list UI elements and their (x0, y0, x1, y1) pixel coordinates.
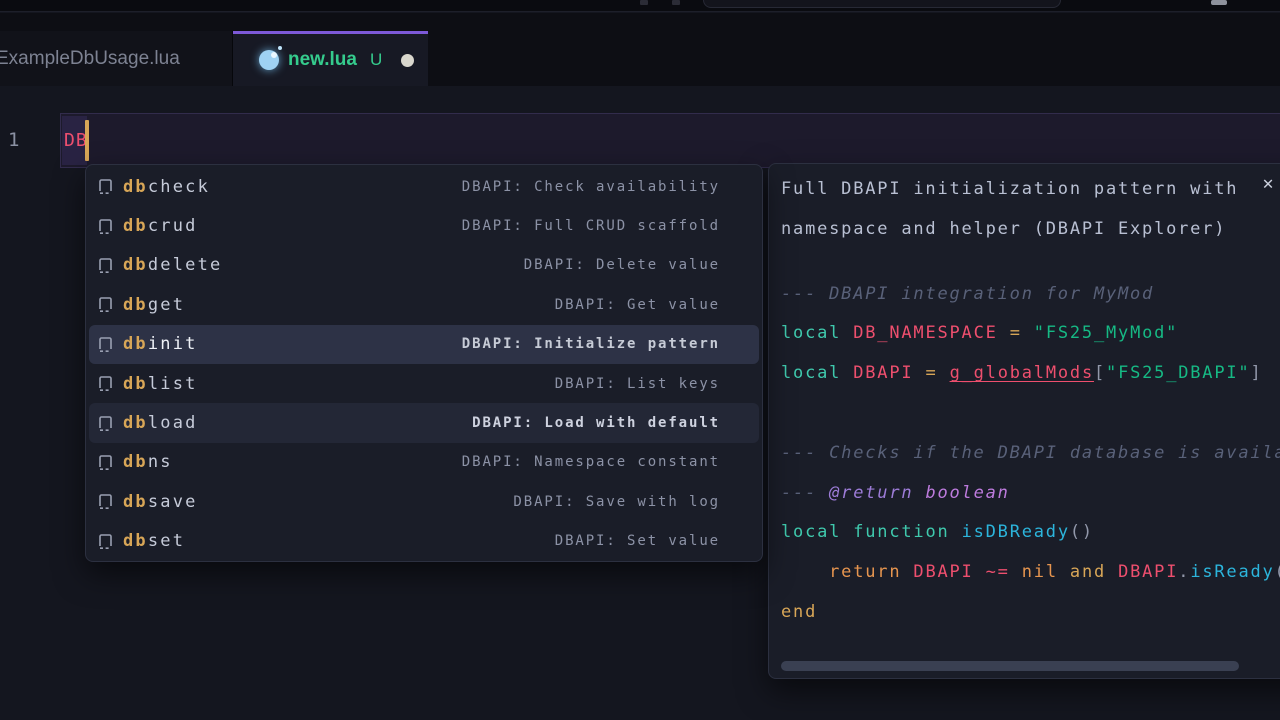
snippet-icon (97, 177, 114, 196)
suggest-item-detail: DBAPI: Save with log (513, 494, 720, 510)
snippet-icon (97, 335, 114, 354)
suggest-item[interactable]: dbsave DBAPI: Save with log (89, 482, 759, 521)
doc-line: --- Checks if the DBAPI database is avai… (781, 434, 1280, 474)
suggest-item-label: dbinit (123, 334, 198, 354)
title-bar (0, 0, 1280, 12)
suggest-item-detail: DBAPI: Namespace constant (462, 454, 720, 470)
command-center-search[interactable] (703, 0, 1061, 8)
line-number: 1 (8, 113, 19, 168)
doc-line: local function isDBReady() (781, 513, 1280, 553)
docs-gap (781, 250, 1280, 275)
suggest-item-detail: DBAPI: Full CRUD scaffold (462, 218, 720, 234)
suggest-item-label: dbcrud (123, 216, 198, 236)
snippet-icon (97, 256, 114, 275)
minimize-icon[interactable] (1211, 0, 1227, 5)
docs-code: --- DBAPI integration for MyModlocal DB_… (781, 275, 1280, 633)
snippet-icon (97, 532, 114, 551)
current-line-highlight: DB (60, 113, 1280, 168)
tab-exampledbusage[interactable]: ExampleDbUsage.lua (0, 31, 233, 86)
snippet-icon (97, 217, 114, 236)
modified-dot-icon[interactable] (401, 54, 414, 67)
doc-line: return DBAPI ~= nil and DBAPI.isReady() (781, 553, 1280, 593)
suggest-item[interactable]: dbcheck DBAPI: Check availability (89, 167, 759, 206)
doc-line: end (781, 593, 1280, 633)
tab-new-lua[interactable]: new.lua U (233, 31, 428, 86)
docs-header: Full DBAPI initialization pattern withna… (781, 170, 1280, 250)
suggest-item[interactable]: dbload DBAPI: Load with default (89, 403, 759, 442)
tab-bar: ExampleDbUsage.lua new.lua U (0, 13, 1280, 86)
doc-line: local DB_NAMESPACE = "FS25_MyMod" (781, 314, 1280, 354)
doc-line: namespace and helper (DBAPI Explorer) (781, 210, 1280, 250)
text-cursor (85, 120, 89, 161)
suggest-item[interactable]: dblist DBAPI: List keys (89, 364, 759, 403)
suggest-item-label: dbget (123, 295, 185, 315)
suggest-docs-panel: Full DBAPI initialization pattern withna… (768, 163, 1280, 679)
suggest-item-label: dbcheck (123, 177, 210, 197)
suggest-item-detail: DBAPI: Initialize pattern (462, 336, 720, 352)
tab-label: new.lua (288, 49, 357, 71)
tab-label: ExampleDbUsage.lua (0, 48, 180, 70)
doc-line: local DBAPI = g_globalMods["FS25_DBAPI"] (781, 354, 1280, 394)
suggest-item-detail: DBAPI: Delete value (524, 257, 720, 273)
docs-horizontal-scrollbar[interactable] (781, 661, 1239, 671)
snippet-icon (97, 414, 114, 433)
suggest-item[interactable]: dbset DBAPI: Set value (89, 522, 759, 561)
suggest-item-label: dbns (123, 452, 173, 472)
suggest-item-detail: DBAPI: Set value (555, 533, 720, 549)
snippet-icon (97, 453, 114, 472)
suggest-item-detail: DBAPI: Get value (555, 297, 720, 313)
suggest-item-label: dbload (123, 413, 198, 433)
suggest-item[interactable]: dbns DBAPI: Namespace constant (89, 443, 759, 482)
doc-line (781, 394, 1280, 434)
snippet-icon (97, 374, 114, 393)
suggest-widget: dbcheck DBAPI: Check availability dbcrud… (85, 164, 763, 562)
doc-line: --- @return boolean (781, 474, 1280, 514)
nav-forward-icon[interactable] (672, 0, 680, 5)
snippet-icon (97, 492, 114, 511)
doc-line: Full DBAPI initialization pattern with (781, 170, 1280, 210)
doc-line: --- DBAPI integration for MyMod (781, 275, 1280, 315)
lua-file-icon (259, 50, 279, 70)
suggest-item-detail: DBAPI: List keys (555, 376, 720, 392)
close-icon[interactable]: ✕ (1257, 173, 1279, 195)
suggest-item-detail: DBAPI: Check availability (462, 179, 720, 195)
suggest-item-label: dblist (123, 374, 198, 394)
suggest-item[interactable]: dbcrud DBAPI: Full CRUD scaffold (89, 206, 759, 245)
suggest-item-detail: DBAPI: Load with default (472, 415, 720, 431)
suggest-item[interactable]: dbinit DBAPI: Initialize pattern (89, 325, 759, 364)
nav-back-icon[interactable] (640, 0, 648, 5)
suggest-list: dbcheck DBAPI: Check availability dbcrud… (86, 167, 762, 561)
suggest-item-label: dbset (123, 531, 185, 551)
git-untracked-badge: U (370, 50, 382, 70)
suggest-item[interactable]: dbget DBAPI: Get value (89, 285, 759, 324)
suggest-item-label: dbsave (123, 492, 198, 512)
suggest-item[interactable]: dbdelete DBAPI: Delete value (89, 246, 759, 285)
snippet-icon (97, 295, 114, 314)
suggest-item-label: dbdelete (123, 255, 222, 275)
